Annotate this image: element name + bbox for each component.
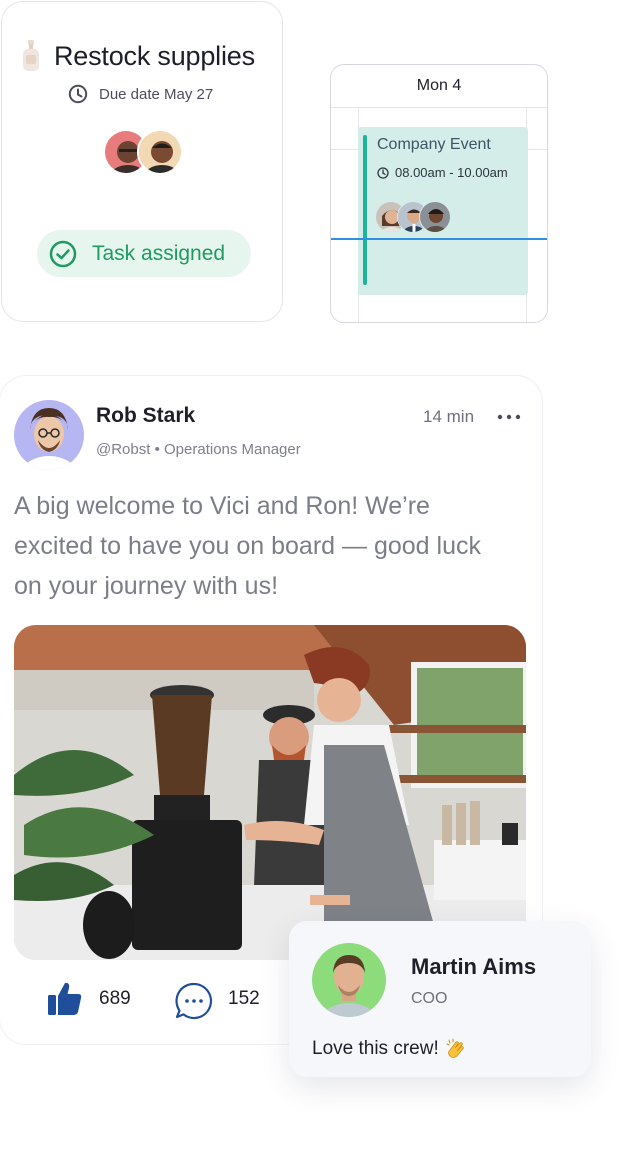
clapping-hands-icon xyxy=(446,1038,464,1058)
assignee-avatars xyxy=(103,129,183,175)
task-status-label: Task assigned xyxy=(92,241,226,265)
due-date-label: Due date May 27 xyxy=(99,85,214,103)
like-count: 689 xyxy=(99,988,131,1009)
event-title: Company Event xyxy=(377,136,491,153)
check-circle-icon xyxy=(49,240,77,267)
avatar[interactable] xyxy=(312,943,386,1017)
post-timestamp: 14 min xyxy=(423,407,475,426)
comment-text: Love this crew! xyxy=(312,1038,439,1059)
avatar[interactable] xyxy=(14,400,84,470)
more-options-icon[interactable] xyxy=(497,414,521,420)
avatar[interactable] xyxy=(137,129,183,175)
clock-icon xyxy=(377,166,389,179)
comment-count: 152 xyxy=(228,988,260,1009)
due-date-row: Due date May 27 xyxy=(68,84,213,104)
task-title-row: Restock supplies xyxy=(22,40,255,72)
calendar-card[interactable]: Mon 4 Company Event 08.00am - 10.00am xyxy=(330,64,548,323)
calendar-event[interactable]: Company Event 08.00am - 10.00am xyxy=(358,127,528,295)
comment-author-role: COO xyxy=(411,990,448,1007)
post-body-text: A big welcome to Vici and Ron! We’re exc… xyxy=(14,492,481,600)
current-time-indicator xyxy=(331,238,547,240)
avatar[interactable] xyxy=(419,201,451,233)
event-time: 08.00am - 10.00am xyxy=(395,165,508,180)
calendar-day-label: Mon 4 xyxy=(416,77,462,94)
clock-icon xyxy=(68,84,88,104)
comment-body: Love this crew! xyxy=(312,1038,467,1060)
task-status-badge: Task assigned xyxy=(37,230,251,277)
task-card[interactable]: Restock supplies Due date May 27 Task as… xyxy=(1,1,283,322)
comment-card[interactable]: Martin Aims COO Love this crew! xyxy=(289,921,591,1077)
thumbs-up-icon[interactable] xyxy=(46,980,84,1018)
soap-bottle-icon xyxy=(23,40,39,71)
task-title: Restock supplies xyxy=(54,40,255,71)
calendar-header: Mon 4 xyxy=(331,65,547,108)
event-time-row: 08.00am - 10.00am xyxy=(377,165,508,180)
event-attendee-avatars xyxy=(375,201,451,233)
comment-bubble-icon[interactable] xyxy=(174,981,214,1021)
post-author-name[interactable]: Rob Stark xyxy=(96,404,195,428)
comment-author-name[interactable]: Martin Aims xyxy=(411,954,536,980)
event-accent-bar xyxy=(363,135,367,285)
cafe-baristas-photo xyxy=(14,625,526,960)
post-author-handle: @Robst • Operations Manager xyxy=(96,441,301,458)
post-photo[interactable] xyxy=(14,625,526,960)
